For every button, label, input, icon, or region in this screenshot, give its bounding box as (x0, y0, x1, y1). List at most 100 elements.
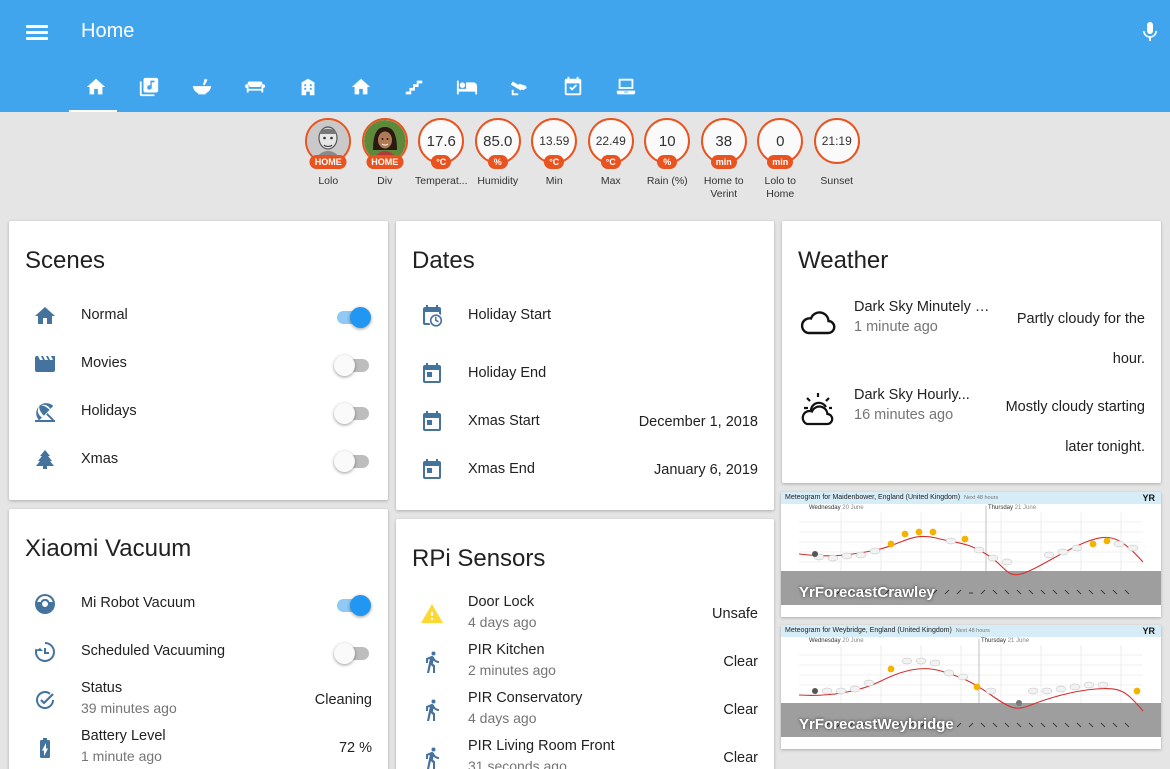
status-time: 39 minutes ago (81, 700, 177, 716)
badge-min[interactable]: 13.59 °C Min (526, 118, 583, 201)
scene-row-holidays[interactable]: Holidays (9, 392, 388, 432)
robot-vacuum-icon (35, 594, 55, 614)
cloud-icon (800, 311, 836, 335)
tab-stairs[interactable] (387, 66, 440, 112)
date-row-holiday-start[interactable]: Holiday Start (396, 296, 774, 336)
tab-kitchen[interactable] (175, 66, 228, 112)
badge-lolo[interactable]: HOME Lolo (300, 118, 357, 201)
sensor-row-door-lock[interactable]: Door Lock 4 days ago Unsafe (396, 594, 774, 634)
check-circle-icon (36, 691, 55, 709)
date-row-xmas-end[interactable]: Xmas End January 6, 2019 (396, 450, 774, 490)
vacuum-row-robot[interactable]: Mi Robot Vacuum (9, 584, 388, 624)
weather-sensor-value: Mostly cloudy starting later tonight. (1005, 399, 1145, 455)
walking-icon (426, 699, 439, 721)
date-label: Holiday End (468, 365, 547, 381)
badge-value: 38 (715, 132, 733, 150)
scene-toggle[interactable] (334, 306, 372, 328)
scene-label: Xmas (81, 451, 119, 467)
meteogram-weybridge[interactable]: Meteogram for Weybridge, England (United… (781, 625, 1161, 749)
date-label: Xmas Start (468, 413, 540, 429)
sensor-row-pir-conservatory[interactable]: PIR Conservatory 4 days ago Clear (396, 690, 774, 730)
badge-rain[interactable]: 10 % Rain (%) (639, 118, 696, 201)
tab-computer[interactable] (599, 66, 652, 112)
beach-icon (35, 403, 55, 422)
vacuum-row-scheduled[interactable]: Scheduled Vacuuming (9, 632, 388, 672)
microphone-icon[interactable] (1138, 20, 1162, 44)
vacuum-toggle[interactable] (334, 594, 372, 616)
scene-label: Holidays (81, 403, 137, 419)
badge-value: 0 (776, 132, 785, 150)
scene-row-normal[interactable]: Normal (9, 296, 388, 336)
badge-value-circle: 85.0 % (474, 118, 521, 169)
tab-house[interactable] (334, 66, 387, 112)
calendar-icon (423, 459, 441, 479)
movie-icon (35, 356, 55, 372)
badge-value-circle: 38 min (700, 118, 747, 169)
meteogram-caption: YrForecastWeybridge (799, 716, 954, 733)
tab-calendar[interactable] (546, 66, 599, 112)
battery-label: Battery Level (81, 728, 166, 744)
tab-bedroom[interactable] (440, 66, 493, 112)
badge-unit: HOME (309, 155, 347, 169)
badge-unit: min (767, 155, 794, 169)
home-icon (35, 307, 55, 324)
badge-label: Temperat... (414, 175, 468, 187)
app-header: Home (0, 0, 1170, 112)
vacuum-card: Xiaomi Vacuum Mi Robot Vacuum Scheduled … (9, 509, 388, 769)
vacuum-toggle[interactable] (334, 642, 372, 664)
tab-building[interactable] (281, 66, 334, 112)
sofa-icon (244, 81, 265, 93)
sensor-label: Door Lock (468, 594, 535, 610)
vacuum-row-battery[interactable]: Battery Level 1 minute ago 72 % (9, 728, 388, 768)
weather-sensor-name: Dark Sky Minutely Su... (854, 299, 999, 315)
date-row-xmas-start[interactable]: Xmas Start December 1, 2018 (396, 402, 774, 442)
badge-home-to-verint[interactable]: 38 min Home to Verint (696, 118, 753, 201)
sensor-row-pir-living-room-front[interactable]: PIR Living Room Front 31 seconds ago Cle… (396, 738, 774, 769)
music-library-icon (139, 77, 158, 97)
menu-icon[interactable] (22, 20, 52, 44)
meteogram-crawley[interactable]: Meteogram for Maidenbower, England (Unit… (781, 492, 1161, 617)
badge-unit: % (657, 155, 678, 169)
partly-cloudy-icon (801, 393, 834, 426)
badge-value: 10 (658, 132, 676, 150)
avatar: HOME (361, 118, 408, 169)
tab-media[interactable] (122, 66, 175, 112)
vacuum-label: Scheduled Vacuuming (81, 643, 226, 659)
scene-row-movies[interactable]: Movies (9, 344, 388, 384)
badge-lolo-to-home[interactable]: 0 min Lolo to Home (752, 118, 809, 201)
scene-toggle[interactable] (334, 450, 372, 472)
house-icon (351, 78, 370, 95)
sensor-value: Clear (723, 654, 758, 670)
building-icon (301, 78, 314, 96)
badge-value-circle: 0 min (757, 118, 804, 169)
badge-max[interactable]: 22.49 °C Max (583, 118, 640, 201)
tab-cameras[interactable] (493, 66, 546, 112)
scene-row-xmas[interactable]: Xmas (9, 440, 388, 480)
badge-label: Lolo (318, 175, 339, 187)
badge-temperature[interactable]: 17.6 °C Temperat... (413, 118, 470, 201)
badge-label: Rain (%) (646, 175, 688, 187)
battery-charging-icon (40, 738, 50, 758)
card-title: Dates (412, 247, 475, 274)
badge-humidity[interactable]: 85.0 % Humidity (470, 118, 527, 201)
weather-row-hourly[interactable]: Dark Sky Hourly... 16 minutes ago Mostly… (782, 381, 1161, 461)
warning-icon (421, 604, 443, 623)
tab-living-room[interactable] (228, 66, 281, 112)
weather-sensor-name: Dark Sky Hourly... (854, 387, 970, 403)
badge-label: Max (600, 175, 621, 187)
badge-value-circle: 21:19 (813, 118, 860, 164)
date-row-holiday-end[interactable]: Holiday End (396, 354, 774, 394)
badge-div[interactable]: HOME Div (357, 118, 414, 201)
status-value: Cleaning (314, 692, 372, 708)
scene-label: Normal (81, 307, 128, 323)
pine-tree-icon (36, 450, 54, 469)
sensor-row-pir-kitchen[interactable]: PIR Kitchen 2 minutes ago Clear (396, 642, 774, 682)
weather-row-minutely[interactable]: Dark Sky Minutely Su... 1 minute ago Par… (782, 293, 1161, 373)
scene-toggle[interactable] (334, 354, 372, 376)
sensor-label: PIR Kitchen (468, 642, 545, 658)
badge-sunset[interactable]: 21:19 Sunset (809, 118, 866, 201)
scenes-card: Scenes Normal Movies Holidays Xmas (9, 221, 388, 500)
vacuum-row-status[interactable]: Status 39 minutes ago Cleaning (9, 680, 388, 720)
tab-home[interactable] (69, 66, 122, 112)
scene-toggle[interactable] (334, 402, 372, 424)
